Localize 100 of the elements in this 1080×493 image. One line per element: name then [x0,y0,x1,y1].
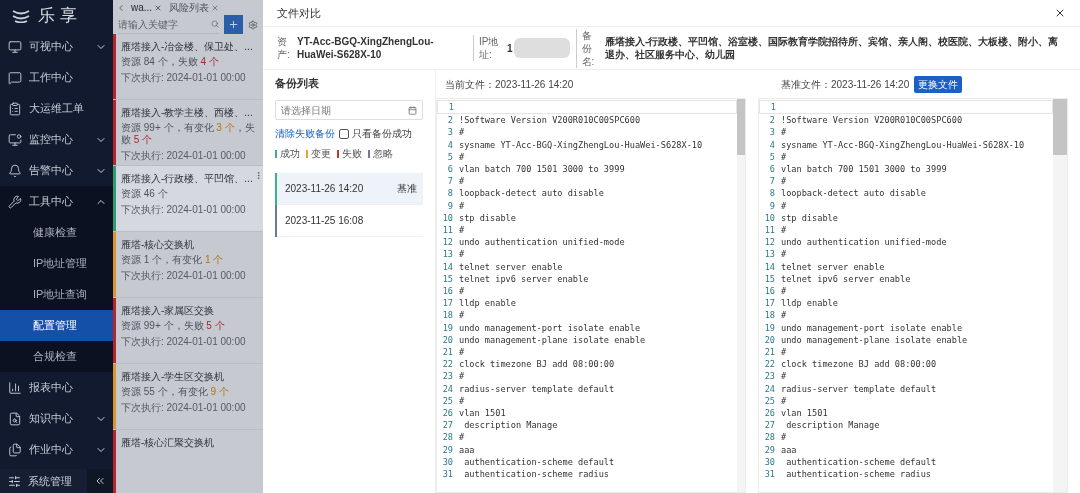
page-tab[interactable]: wa... [129,0,165,15]
code-line: undo authentication unified-mode [459,236,625,249]
line-number: 21 [441,346,454,359]
settings-icon[interactable] [248,19,258,30]
code-line: loopback-detect auto disable [459,187,604,200]
code-line: # [459,150,465,163]
legend-label: 变更 [311,147,331,161]
code-line: clock timezone BJ add 08:00:00 [781,358,937,371]
sliders-icon [8,474,21,488]
page-tab[interactable]: 风险列表 [167,0,222,15]
wrench-icon [8,194,22,209]
sidebar-item[interactable]: 工作中心 [0,62,113,93]
more-icon[interactable] [254,171,263,180]
blurred-redaction [513,38,570,58]
current-file-label: 当前文件：2023-11-26 14:20 [444,77,575,92]
task-card[interactable]: 雁塔接入-行政楼、平凹馆、... 资源 46 个 下次执行: 2024-01-01 00:00 [113,166,263,232]
line-number: 7 [768,175,776,188]
line-number: 2 [446,114,454,127]
line-number: 5 [768,150,776,163]
task-card[interactable]: 雁塔接入-家属区交换 资源 99+ 个，失败 5 个 下次执行: 2024-01-01 00:00 [113,298,263,364]
line-number: 24 [763,382,776,395]
calendar-icon [408,105,417,115]
line-number: 1 [447,101,455,114]
code-line: description Manage [463,419,558,432]
sidebar-subitem[interactable]: 合规检查 [0,341,113,372]
line-number: 22 [441,358,454,371]
sidebar-item[interactable]: 报表中心 [0,372,113,403]
sidebar-item[interactable]: 监控中心 [0,124,113,155]
files-icon [8,442,22,457]
legend-label: 成功 [280,147,300,161]
monitor-icon [8,132,22,147]
line-number: 23 [441,370,454,383]
line-number: 15 [763,272,776,286]
monitor-icon [8,39,22,54]
back-icon[interactable] [116,2,126,13]
change-file-button[interactable]: 更换文件 [914,75,963,93]
task-card[interactable]: 雁塔接入-学生区交换机 资源 55 个，有变化 9 个 下次执行: 2024-01-01 00:00 [113,364,263,430]
backup-item[interactable]: 2023-11-26 14:20 基准 [277,173,423,205]
field-value: 雁塔接入-行政楼、平凹馆、浴室楼、国际教育学院招待所、宾馆、亲人阁、校医院、大板楼、附小、离退办、社区服务中心、幼儿园 [604,35,1060,61]
field-label: IP地址: [479,35,500,61]
search-field[interactable]: 请输入关键字 [118,15,219,34]
sidebar-item[interactable]: 大运维工单 [0,93,113,124]
only-success-checkbox[interactable]: 只看备份成功 [339,126,412,141]
line-number: 6 [768,163,776,176]
task-title: 雁塔接入-行政楼、平凹馆、... [121,172,253,186]
add-button[interactable] [224,15,243,34]
clipboard-icon [8,101,22,116]
close-icon[interactable] [1054,7,1066,19]
line-number: 17 [441,297,454,310]
line-number: 22 [763,358,776,371]
task-card[interactable]: 雁塔-核心交换机 资源 1 个，有变化 1 个 下次执行: 2024-01-01 00:00 [113,232,263,298]
sidebar-item[interactable]: 作业中心 [0,434,113,465]
line-number: 15 [441,272,454,286]
sidebar-item[interactable]: 知识中心 [0,403,113,434]
sidebar-subitem[interactable]: IP地址查询 [0,279,113,310]
task-meta: 资源 99+ 个，失败 5 个 [121,320,226,332]
sidebar-subitem[interactable]: IP地址管理 [0,248,113,279]
code-line: lldp enable [459,297,516,310]
code-line: undo management-port isolate enable [459,321,641,334]
collapse-button[interactable] [87,469,113,493]
task-title: 雁塔-核心交换机 [121,238,195,252]
code-line: clock timezone BJ add 08:00:00 [459,358,615,371]
code-line: # [459,309,465,322]
line-number: 24 [441,382,454,395]
sidebar-item[interactable]: 告警中心 [0,155,113,186]
task-title: 雁塔接入-冶金楼、保卫处、... [121,40,253,54]
line-number: 8 [446,187,454,200]
code-line: vlan 1501 [781,407,828,420]
sidebar-subitem[interactable]: 健康检查 [0,217,113,248]
sidebar-item[interactable]: 可视中心 [0,31,113,62]
code-line: # [459,248,465,261]
line-number: 31 [441,468,454,481]
task-meta: 资源 46 个 [121,188,169,200]
sidebar-subitem[interactable]: 配置管理 [0,310,113,341]
code-line: stp disable [459,211,516,225]
line-number: 23 [763,370,776,383]
clear-failed-link[interactable]: 清除失败备份 [275,126,335,141]
code-line: telnet ipv6 server enable [459,272,589,286]
task-title: 雁塔-核心汇聚交换机 [121,436,215,450]
next-run-time: 下次执行: 2024-01-01 00:00 [121,71,247,85]
code-line: # [459,224,465,237]
task-card[interactable]: 雁塔接入-教学主楼、西楼、... 资源 99+ 个，有变化 3 个，失败 5 个 下次执行: 2024-01-01 00:00 [113,100,263,166]
brand-name: 乐 享 [38,4,77,27]
field-label: 资产: [277,35,291,61]
line-number: 16 [763,285,776,298]
code-line: authentication-scheme radius [463,468,610,481]
code-line: # [459,370,465,383]
code-line: authentication-scheme radius [785,468,932,481]
line-number: 11 [441,224,454,237]
task-title: 雁塔接入-家属区交换 [121,304,215,318]
line-number: 28 [763,431,776,444]
date-field[interactable]: 请选择日期 [275,100,423,120]
code-line: authentication-scheme default [785,455,937,469]
code-line: # [781,199,787,212]
line-number: 30 [763,455,776,469]
sidebar-item[interactable]: 工具中心 [0,186,113,217]
task-meta: 资源 84 个，失败 4 个 [121,56,220,68]
line-number: 26 [441,407,454,420]
code-line: # [459,285,465,298]
task-card[interactable]: 雁塔接入-冶金楼、保卫处、... 资源 84 个，失败 4 个 下次执行: 2024-01-01 00:00 [113,34,263,100]
